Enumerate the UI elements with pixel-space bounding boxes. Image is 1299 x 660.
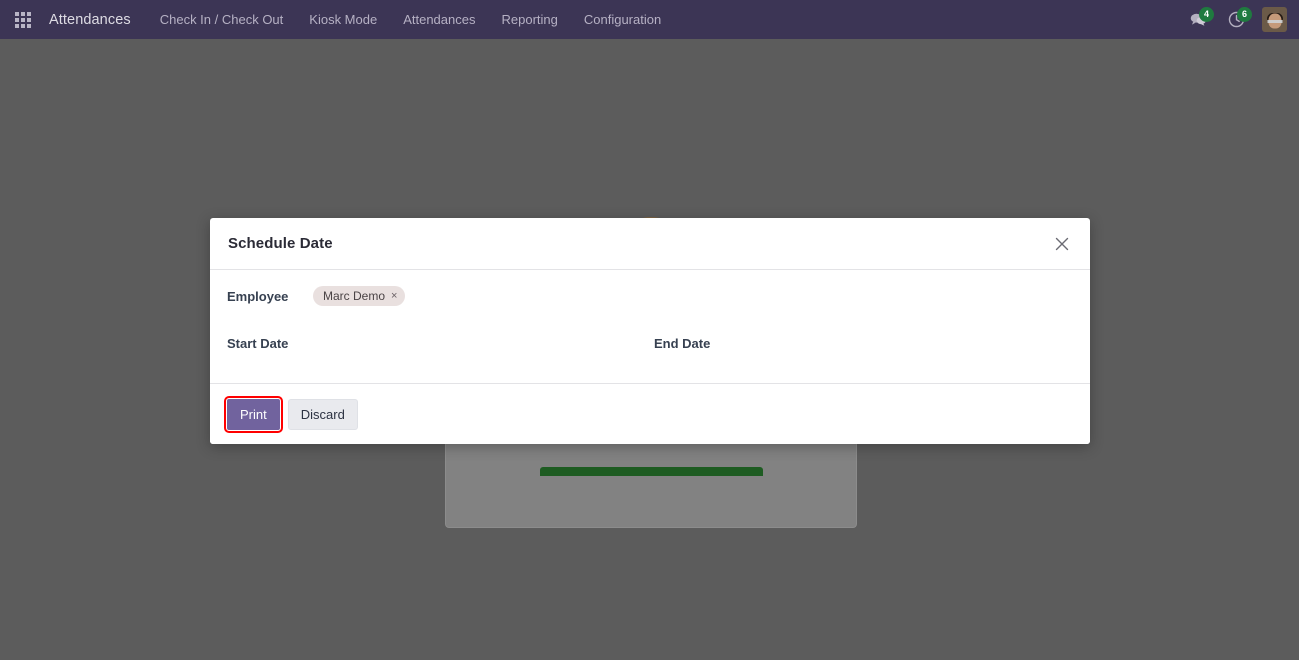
dialog-body: Employee Marc Demo × Start Date End Date bbox=[210, 270, 1090, 384]
print-button[interactable]: Print bbox=[224, 395, 283, 433]
nav-item-check-in-check-out[interactable]: Check In / Check Out bbox=[147, 0, 297, 39]
nav-item-attendances[interactable]: Attendances bbox=[390, 0, 488, 39]
background-check-in-button bbox=[540, 467, 763, 476]
discard-button[interactable]: Discard bbox=[287, 398, 358, 430]
form-column-left: Employee Marc Demo × Start Date bbox=[210, 286, 650, 367]
start-date-input[interactable] bbox=[313, 333, 650, 355]
app-brand-title[interactable]: Attendances bbox=[49, 12, 131, 28]
top-navbar: Attendances Check In / Check Out Kiosk M… bbox=[0, 0, 1299, 39]
user-avatar[interactable] bbox=[1262, 7, 1287, 32]
end-date-input[interactable] bbox=[740, 333, 1090, 355]
close-icon[interactable] bbox=[1048, 230, 1076, 258]
employee-tag-label: Marc Demo bbox=[323, 289, 386, 303]
dialog-title: Schedule Date bbox=[228, 235, 333, 252]
employee-label: Employee bbox=[227, 289, 289, 304]
start-date-label: Start Date bbox=[227, 336, 289, 351]
navbar-right-tools: 4 6 bbox=[1182, 0, 1291, 39]
nav-item-kiosk-mode[interactable]: Kiosk Mode bbox=[296, 0, 390, 39]
apps-grid-icon[interactable] bbox=[11, 0, 35, 39]
field-start-date: Start Date bbox=[227, 333, 650, 367]
schedule-date-dialog: Schedule Date Employee Marc Demo × Start… bbox=[210, 218, 1090, 444]
form-column-right: End Date bbox=[650, 286, 1090, 367]
messages-menu-button[interactable]: 4 bbox=[1182, 0, 1214, 39]
employee-tag[interactable]: Marc Demo × bbox=[313, 286, 406, 306]
nav-item-reporting[interactable]: Reporting bbox=[488, 0, 570, 39]
activities-badge-count: 6 bbox=[1237, 7, 1252, 22]
messages-badge-count: 4 bbox=[1199, 7, 1214, 22]
dialog-header: Schedule Date bbox=[210, 218, 1090, 270]
navbar-menu: Check In / Check Out Kiosk Mode Attendan… bbox=[147, 0, 674, 39]
activities-menu-button[interactable]: 6 bbox=[1220, 0, 1252, 39]
end-date-label: End Date bbox=[654, 336, 711, 351]
nav-item-configuration[interactable]: Configuration bbox=[571, 0, 674, 39]
employee-tag-remove-icon[interactable]: × bbox=[391, 290, 397, 302]
field-end-date: End Date bbox=[654, 333, 1090, 367]
field-employee: Employee Marc Demo × bbox=[227, 286, 650, 320]
dialog-footer: Print Discard bbox=[210, 384, 1090, 444]
